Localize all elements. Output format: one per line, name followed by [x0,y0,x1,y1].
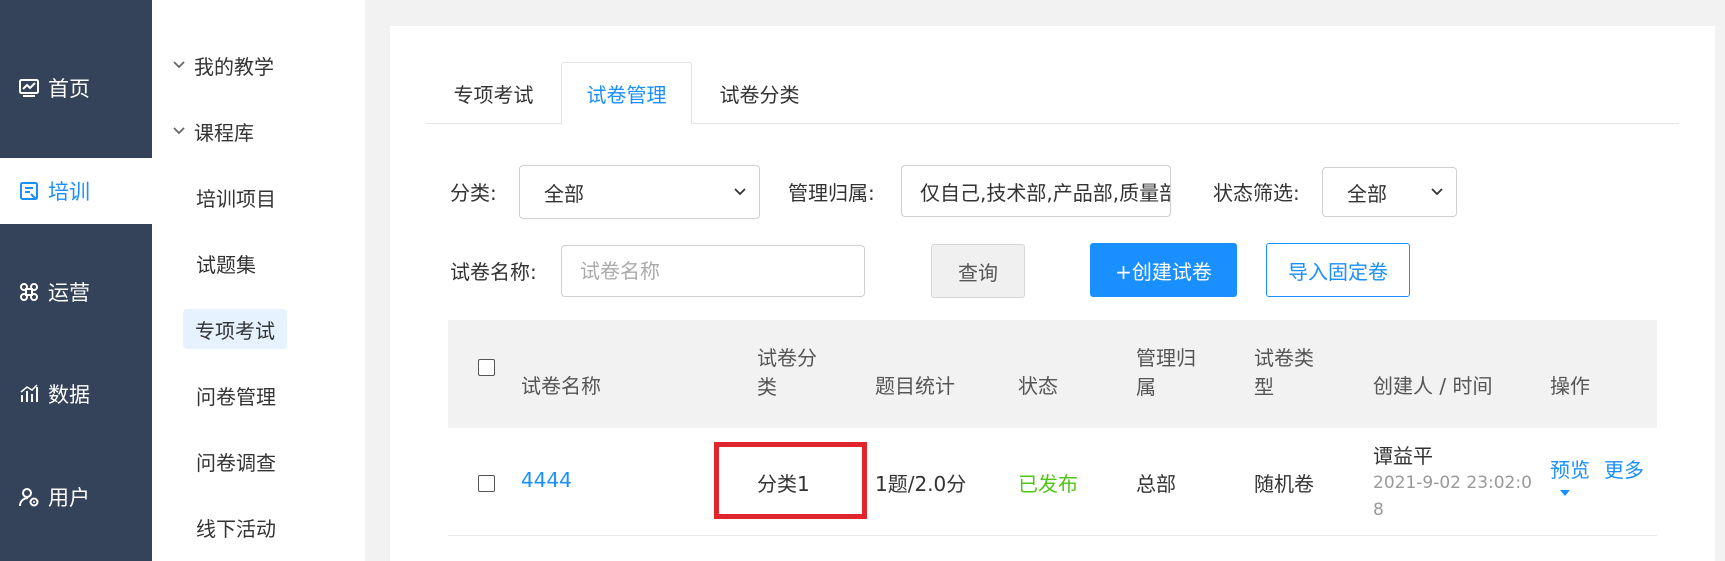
ownership-field[interactable]: 仅自己,技术部,产品部,质量部 [901,165,1171,217]
header-category-line1: 试卷分 [757,346,817,370]
status-select[interactable]: 全部 [1322,167,1457,217]
category-select-value: 全部 [544,181,584,206]
chevron-down-icon [172,124,186,138]
submenu-group-my-teaching[interactable]: 我的教学 [152,45,274,85]
row-checkbox[interactable] [478,475,495,492]
chevron-down-icon [734,188,746,196]
header-ownership-line1: 管理归 [1136,346,1196,370]
status-filter-label: 状态筛选: [1213,181,1300,205]
select-all-checkbox[interactable] [478,359,495,376]
nav-item-label: 运营 [48,281,90,305]
header-question-stats: 题目统计 [875,374,955,398]
header-paper-name: 试卷名称 [521,374,601,398]
ownership-value: 总部 [1136,472,1176,496]
import-fixed-paper-button-label: 导入固定卷 [1288,259,1388,284]
bar-chart-icon [18,383,40,405]
status-select-value: 全部 [1347,181,1387,206]
created-time-line2: 8 [1373,500,1384,520]
paper-name-label: 试卷名称: [450,260,537,284]
nav-item-label: 首页 [48,77,90,101]
nav-item-label: 数据 [48,383,90,407]
submenu-item-label: 培训项目 [196,186,276,211]
submenu-item-questionnaire-survey[interactable]: 问卷调查 [152,441,276,481]
create-paper-button[interactable]: +创建试卷 [1090,243,1237,297]
header-creator-time: 创建人 / 时间 [1373,374,1493,398]
paper-name-input[interactable] [561,245,865,297]
created-time-line1: 2021-9-02 23:02:0 [1373,473,1532,493]
header-status: 状态 [1018,374,1058,398]
tab-bar: 专项考试 试卷管理 试卷分类 [426,62,1679,125]
nav-item-data[interactable]: 数据 [0,361,152,427]
tab-label: 试卷分类 [719,83,800,107]
next-row-partial [448,537,1657,560]
nav-item-home[interactable]: 首页 [0,55,152,121]
nav-item-label: 用户 [48,486,90,510]
command-icon [18,281,40,303]
import-fixed-paper-button[interactable]: 导入固定卷 [1266,243,1410,297]
submenu-item-label: 问卷管理 [196,384,276,409]
created-time: 2021-9-02 23:02:0 8 [1373,470,1532,524]
submenu-item-questionnaire-management[interactable]: 问卷管理 [152,375,276,415]
ownership-field-value: 仅自己,技术部,产品部,质量部 [920,180,1171,205]
chevron-down-icon [1431,188,1443,196]
category-filter-label: 分类: [450,181,497,205]
nav-item-users[interactable]: 用户 [0,464,152,530]
nav-item-operations[interactable]: 运营 [0,259,152,325]
header-paper-type-line2: 型 [1254,375,1274,399]
paper-type-value: 随机卷 [1254,472,1314,496]
secondary-menu: 我的教学 课程库 培训项目 试题集 专项考试 问卷管理 问卷调查 线下活动 [152,0,365,561]
submenu-item-special-exam[interactable]: 专项考试 [183,309,287,349]
submenu-item-label: 线下活动 [196,516,276,541]
submenu-item-offline-activity[interactable]: 线下活动 [152,507,276,547]
monitor-chart-icon [18,77,40,99]
table-header: 试卷名称 试卷分 类 题目统计 状态 管理归 属 试卷类 型 创建人 / 时间 … [448,320,1657,428]
submenu-item-label: 问卷调查 [196,450,276,475]
header-paper-type: 试卷类 型 [1254,344,1314,402]
nav-item-training[interactable]: 培训 [0,158,152,224]
tab-label: 试卷管理 [586,83,667,107]
submenu-item-training-project[interactable]: 培训项目 [152,177,276,217]
status-badge: 已发布 [1018,472,1078,496]
content-card: 专项考试 试卷管理 试卷分类 分类: 全部 管理归属: 仅自己,技术部,产品部,… [390,26,1715,561]
chevron-down-icon [172,58,186,72]
submenu-item-label: 试题集 [196,252,256,277]
header-actions: 操作 [1550,374,1590,398]
header-category: 试卷分 类 [757,344,817,402]
tab-special-exam[interactable]: 专项考试 [426,62,561,125]
book-icon [18,180,40,202]
header-category-line2: 类 [757,375,777,399]
query-button[interactable]: 查询 [931,244,1025,298]
submenu-item-question-set[interactable]: 试题集 [152,243,256,283]
top-strip [365,0,1725,26]
header-ownership: 管理归 属 [1136,344,1196,402]
highlight-box [714,442,867,519]
main-nav: 首页 培训 运营 数据 用户 [0,0,152,561]
submenu-group-label: 我的教学 [194,54,274,79]
query-button-label: 查询 [958,260,998,285]
ownership-filter-label: 管理归属: [788,181,875,205]
more-link[interactable]: 更多 [1604,454,1644,483]
category-select[interactable]: 全部 [519,165,760,219]
submenu-item-label: 专项考试 [195,318,275,343]
submenu-group-course-library[interactable]: 课程库 [152,111,254,151]
header-ownership-line2: 属 [1136,375,1156,399]
submenu-group-label: 课程库 [194,120,254,145]
creator-name: 谭益平 [1373,444,1433,468]
caret-down-icon[interactable] [1559,489,1571,497]
user-settings-icon [18,486,40,508]
tab-paper-management[interactable]: 试卷管理 [561,62,692,125]
tab-paper-category[interactable]: 试卷分类 [692,62,827,125]
tab-label: 专项考试 [453,83,534,107]
question-stats: 1题/2.0分 [875,472,967,496]
nav-item-label: 培训 [48,180,90,204]
create-paper-button-label: +创建试卷 [1115,259,1212,284]
table-row: 4444 分类1 1题/2.0分 已发布 总部 随机卷 谭益平 2021-9-0… [448,428,1657,536]
header-paper-type-line1: 试卷类 [1254,346,1314,370]
paper-name-link[interactable]: 4444 [521,468,572,492]
preview-link[interactable]: 预览 [1550,454,1590,483]
